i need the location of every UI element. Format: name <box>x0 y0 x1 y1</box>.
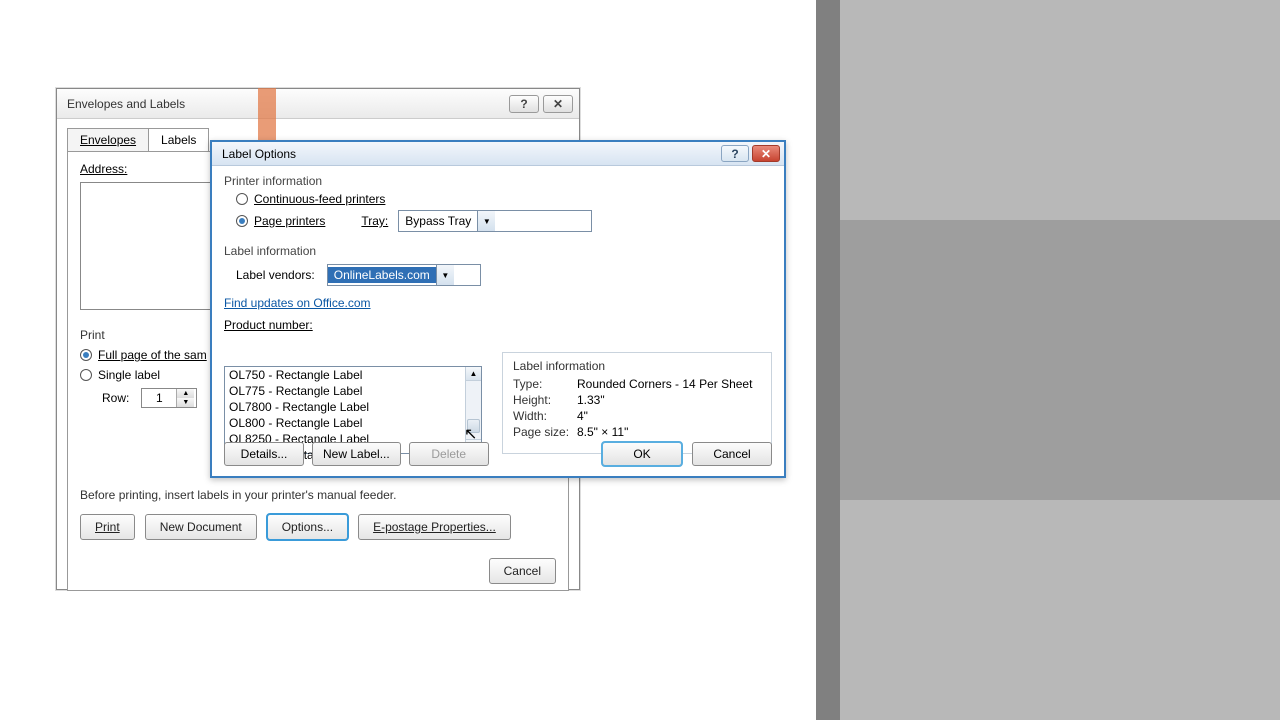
height-key: Height: <box>513 393 577 407</box>
address-textarea[interactable] <box>80 182 218 310</box>
gray-sep <box>816 0 840 720</box>
type-value: Rounded Corners - 14 Per Sheet <box>577 377 752 391</box>
vendors-value: OnlineLabels.com <box>328 267 436 283</box>
tray-value: Bypass Tray <box>399 214 477 228</box>
pagesize-key: Page size: <box>513 425 577 439</box>
cancel-button[interactable]: Cancel <box>489 558 556 584</box>
product-number-label: Product number: <box>224 318 772 332</box>
dialog-title: Label Options <box>222 147 296 161</box>
scroll-track[interactable] <box>466 381 481 439</box>
tray-label: Tray: <box>361 214 388 228</box>
delete-button: Delete <box>409 442 489 466</box>
width-key: Width: <box>513 409 577 423</box>
new-document-button[interactable]: New Document <box>145 514 257 540</box>
opt-single-text: Single label <box>98 368 160 382</box>
chevron-down-icon: ▼ <box>477 211 495 231</box>
row-label: Row: <box>102 391 129 405</box>
close-icon: ✕ <box>761 147 771 161</box>
tray-combobox[interactable]: Bypass Tray ▼ <box>398 210 592 232</box>
details-button[interactable]: Details... <box>224 442 304 466</box>
chevron-down-icon: ▼ <box>436 265 454 285</box>
list-item[interactable]: OL800 - Rectangle Label <box>225 415 465 431</box>
opt-continuous-label: Continuous-feed printers <box>254 192 385 206</box>
pagesize-value: 8.5" × 11" <box>577 425 628 439</box>
listbox-scrollbar[interactable]: ▲ ▼ <box>465 367 481 453</box>
radio-icon <box>80 349 92 361</box>
close-icon: ✕ <box>553 97 563 111</box>
epostage-button[interactable]: E-postage Properties... <box>358 514 511 540</box>
cancel-button[interactable]: Cancel <box>692 442 772 466</box>
height-value: 1.33" <box>577 393 605 407</box>
row-input[interactable] <box>142 390 176 406</box>
printer-info-heading: Printer information <box>224 174 772 188</box>
opt-page-printers[interactable]: Page printers Tray: Bypass Tray ▼ <box>236 210 772 232</box>
product-listbox[interactable]: OL750 - Rectangle Label OL775 - Rectangl… <box>224 366 482 454</box>
print-button[interactable]: Print <box>80 514 135 540</box>
label-info-heading: Label information <box>224 244 772 258</box>
ok-button[interactable]: OK <box>602 442 682 466</box>
close-button[interactable]: ✕ <box>543 95 573 113</box>
close-button[interactable]: ✕ <box>752 145 780 162</box>
opt-continuous-printers[interactable]: Continuous-feed printers <box>236 192 772 206</box>
vendors-label: Label vendors: <box>236 268 315 282</box>
opt-page-label: Page printers <box>254 214 325 228</box>
info-panel-title: Label information <box>513 359 761 373</box>
scroll-thumb[interactable] <box>467 419 480 433</box>
spin-buttons[interactable]: ▲▼ <box>176 389 194 407</box>
dialog-body: Printer information Continuous-feed prin… <box>212 166 784 476</box>
opt-full-label: Full page of the sam <box>98 348 207 362</box>
label-options-dialog: Label Options ? ✕ Printer information Co… <box>210 140 786 478</box>
list-item[interactable]: OL775 - Rectangle Label <box>225 383 465 399</box>
help-icon: ? <box>520 97 527 111</box>
new-label-button[interactable]: New Label... <box>312 442 401 466</box>
type-key: Type: <box>513 377 577 391</box>
options-button[interactable]: Options... <box>267 514 348 540</box>
help-button[interactable]: ? <box>509 95 539 113</box>
label-info-panel: Label information Type:Rounded Corners -… <box>502 352 772 454</box>
radio-icon <box>236 193 248 205</box>
list-item[interactable]: OL750 - Rectangle Label <box>225 367 465 383</box>
dialog-titlebar[interactable]: Envelopes and Labels ? ✕ <box>57 89 579 119</box>
width-value: 4" <box>577 409 588 423</box>
scroll-up-icon[interactable]: ▲ <box>466 367 481 381</box>
office-updates-link[interactable]: Find updates on Office.com <box>224 296 371 310</box>
vendors-combobox[interactable]: OnlineLabels.com ▼ <box>327 264 481 286</box>
help-button[interactable]: ? <box>721 145 749 162</box>
dialog-titlebar[interactable]: Label Options ? ✕ <box>212 142 784 166</box>
feeder-hint: Before printing, insert labels in your p… <box>80 488 396 502</box>
radio-icon <box>236 215 248 227</box>
row-spinner[interactable]: ▲▼ <box>141 388 197 408</box>
radio-icon <box>80 369 92 381</box>
tab-labels[interactable]: Labels <box>148 128 209 152</box>
tab-envelopes[interactable]: Envelopes <box>67 128 149 152</box>
list-item[interactable]: OL7800 - Rectangle Label <box>225 399 465 415</box>
dialog-title: Envelopes and Labels <box>67 97 185 111</box>
gray-bg-mid <box>840 220 1280 500</box>
help-icon: ? <box>731 147 738 161</box>
